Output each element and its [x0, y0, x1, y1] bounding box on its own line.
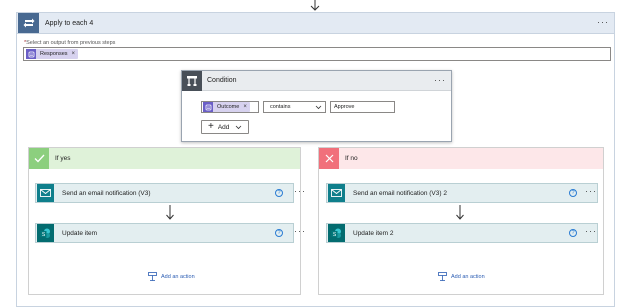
add-button-label: Add	[217, 123, 230, 131]
condition-more-menu[interactable]: ···	[434, 75, 446, 85]
action-title: Update item 2	[353, 229, 394, 237]
if-yes-branch: If yes Send an email notification (V3) ?…	[28, 147, 305, 295]
close-icon	[319, 148, 339, 169]
action-more-menu[interactable]: ···	[294, 226, 306, 236]
if-no-title: If no	[345, 155, 358, 162]
help-icon[interactable]: ?	[569, 229, 577, 237]
condition-left-field[interactable]: Outcome ×	[201, 101, 259, 113]
outcome-token[interactable]: Outcome ×	[203, 102, 250, 112]
add-action-icon	[438, 272, 447, 281]
if-yes-header[interactable]: If yes	[29, 148, 300, 169]
forms-icon	[203, 102, 213, 112]
condition-value-input[interactable]: Approve	[330, 101, 395, 113]
responses-token[interactable]: Responses ×	[26, 49, 79, 59]
operator-dropdown[interactable]: contains	[263, 101, 326, 113]
help-icon[interactable]: ?	[275, 189, 283, 197]
if-no-branch: If no Send an email notification (V3) 2 …	[318, 147, 604, 295]
select-output-text: Select an output from previous steps	[26, 40, 116, 46]
condition-header[interactable]: Condition ···	[182, 70, 451, 91]
add-action-label: Add an action	[161, 273, 195, 280]
token-remove-icon[interactable]: ×	[72, 51, 76, 57]
connector-arrow-icon	[456, 205, 464, 220]
add-action-link-2[interactable]: Add an action	[438, 272, 485, 281]
send-email-action[interactable]: Send an email notification (V3) ? ···	[35, 183, 305, 203]
token-label: Responses	[40, 51, 68, 57]
send-email-action-2[interactable]: Send an email notification (V3) 2 ? ···	[326, 183, 598, 203]
condition-value: Approve	[334, 104, 355, 110]
plus-icon: +	[208, 121, 214, 132]
condition-row: Outcome × contains Approve	[201, 101, 395, 113]
help-icon[interactable]: ?	[569, 189, 577, 197]
condition-title: Condition	[207, 77, 237, 84]
add-condition-button[interactable]: + Add	[201, 120, 249, 134]
update-item-action-2[interactable]: S Update item 2 ? ···	[326, 223, 598, 243]
apply-to-each-header[interactable]: Apply to each 4 ···	[17, 13, 614, 34]
token-remove-icon[interactable]: ×	[243, 104, 247, 110]
email-icon	[37, 184, 54, 202]
condition-icon	[182, 70, 202, 91]
connector-arrow-icon	[166, 205, 174, 220]
sharepoint-icon: S	[37, 224, 54, 242]
action-more-menu[interactable]: ···	[294, 186, 306, 196]
sharepoint-icon: S	[328, 224, 345, 242]
outcome-token-label: Outcome	[217, 104, 240, 110]
apply-to-each-title: Apply to each 4	[45, 19, 94, 27]
add-action-icon	[148, 272, 157, 281]
action-more-menu[interactable]: ···	[585, 226, 597, 236]
if-yes-title: If yes	[55, 155, 71, 162]
condition-card: Condition ··· Outcome × contains Approve	[181, 70, 452, 142]
connector-arrow-icon	[310, 0, 320, 11]
forms-icon	[26, 49, 36, 59]
operator-value: contains	[270, 104, 291, 110]
loop-icon	[18, 13, 39, 33]
update-item-action[interactable]: S Update item ? ···	[35, 223, 305, 243]
email-icon	[328, 184, 345, 202]
chevron-down-icon	[315, 105, 322, 110]
add-action-link[interactable]: Add an action	[148, 272, 195, 281]
flow-canvas: Apply to each 4 ··· *Select an output fr…	[0, 0, 624, 307]
if-no-header[interactable]: If no	[319, 148, 603, 169]
loop-more-menu[interactable]: ···	[597, 17, 609, 27]
check-icon	[29, 148, 49, 169]
action-title: Send an email notification (V3)	[62, 189, 151, 197]
select-output-input[interactable]: Responses ×	[23, 47, 611, 61]
chevron-down-icon	[236, 125, 242, 130]
select-output-label: *Select an output from previous steps	[24, 40, 115, 46]
add-action-label: Add an action	[451, 273, 485, 280]
help-icon[interactable]: ?	[275, 229, 283, 237]
action-more-menu[interactable]: ···	[585, 186, 597, 196]
action-title: Update item	[62, 229, 98, 237]
action-title: Send an email notification (V3) 2	[353, 189, 447, 197]
